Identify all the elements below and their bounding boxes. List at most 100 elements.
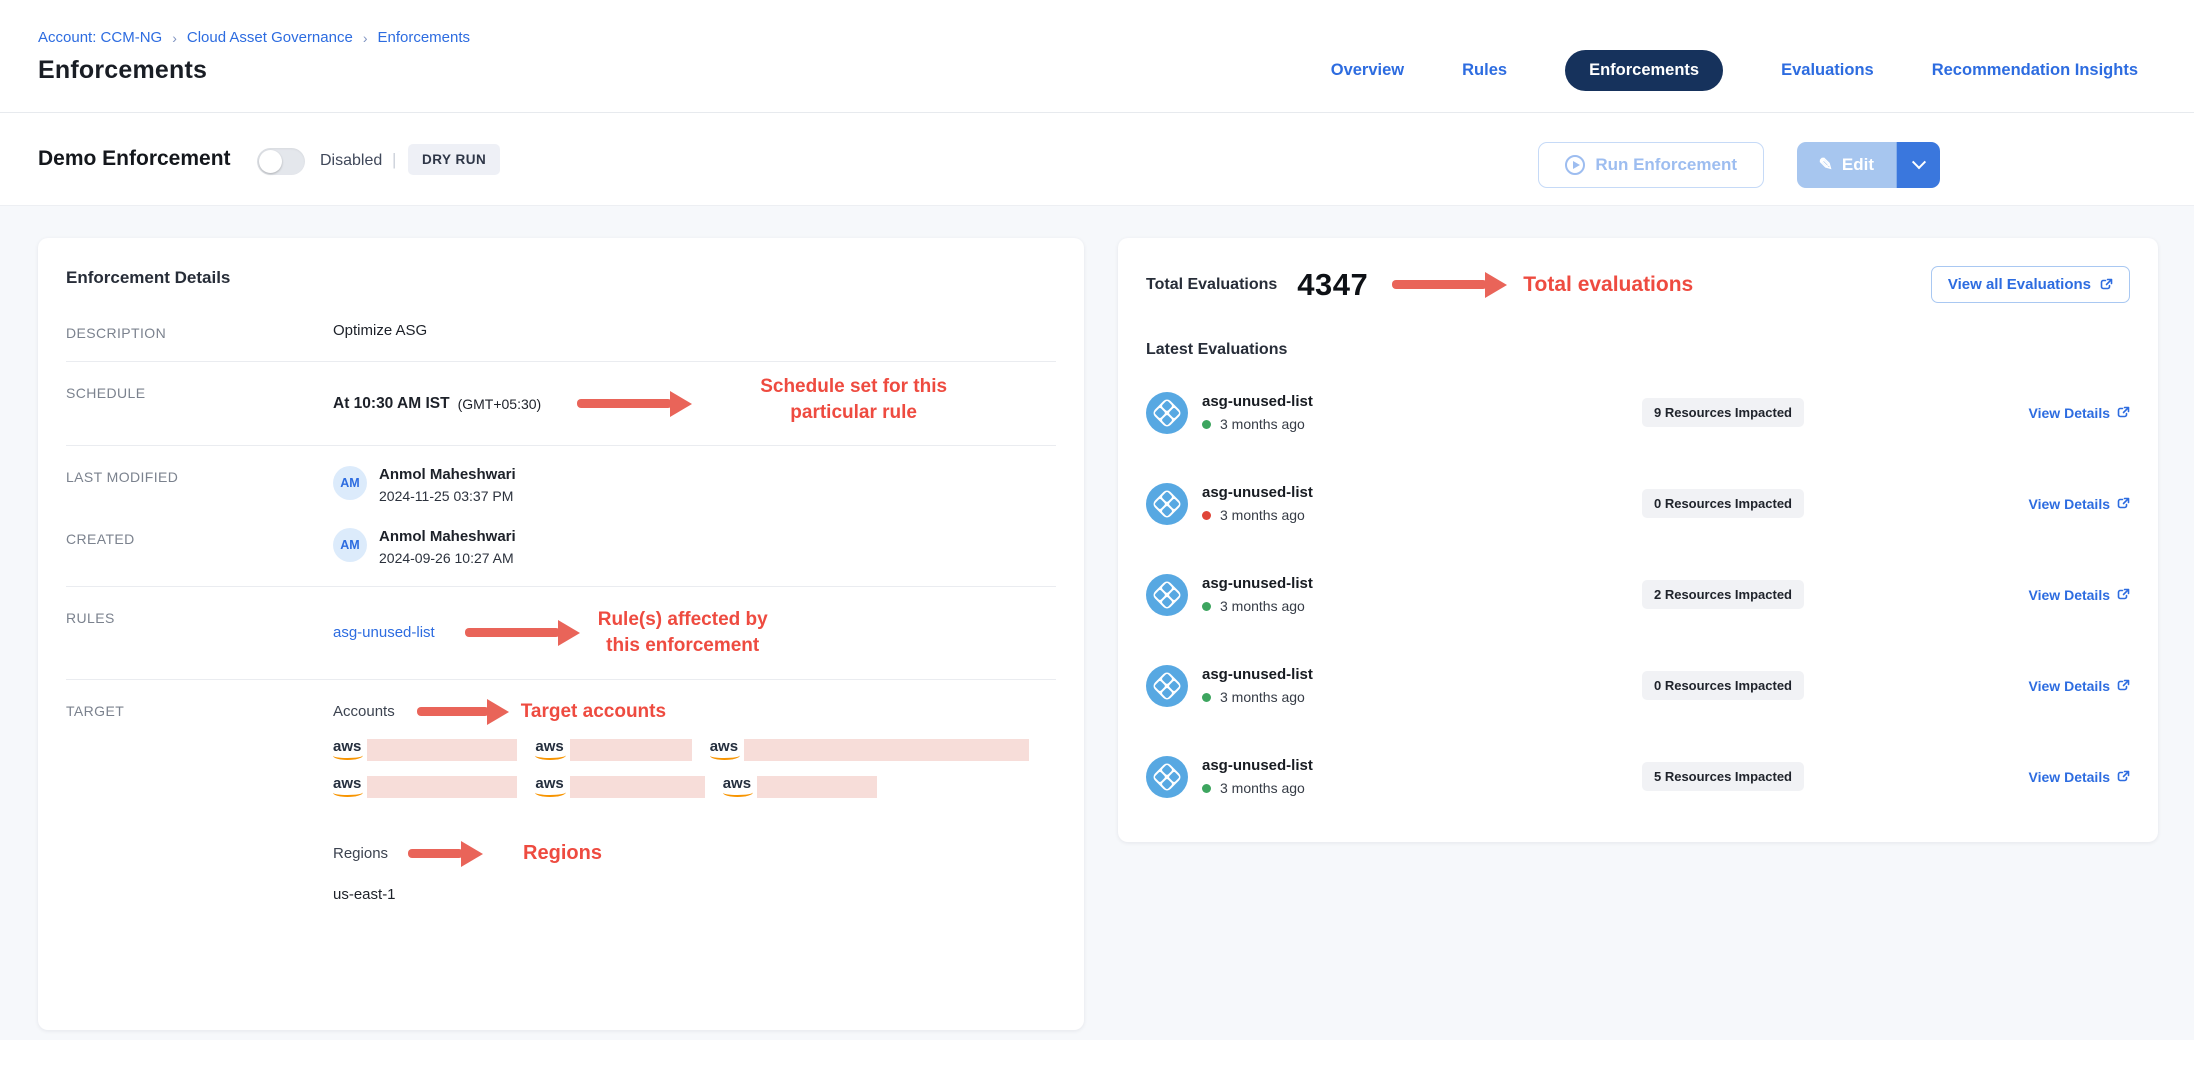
enforcement-detail-page: Account: CCM-NG › Cloud Asset Governance…	[0, 0, 2194, 1082]
avatar: AM	[333, 528, 367, 562]
last-modified-user: Anmol Maheshwari	[379, 466, 516, 483]
regions-label: Regions	[333, 845, 388, 862]
view-details-link[interactable]: View Details	[2029, 405, 2130, 421]
breadcrumb-enforcements-link[interactable]: Enforcements	[377, 29, 470, 46]
accounts-annotation: Target accounts	[521, 701, 666, 723]
regions-annotation: Regions	[523, 842, 602, 865]
schedule-annotation: Schedule set for this particular rule	[760, 374, 947, 425]
divider: |	[392, 150, 396, 170]
tab-overview[interactable]: Overview	[1331, 61, 1404, 80]
edit-button[interactable]: ✎ Edit	[1797, 142, 1896, 188]
status-dot	[1202, 602, 1211, 611]
breadcrumb: Account: CCM-NG › Cloud Asset Governance…	[38, 29, 470, 46]
aws-account-item: aws	[333, 776, 517, 798]
asg-rule-icon	[1146, 756, 1188, 798]
created-label: CREATED	[66, 528, 333, 547]
status-dot	[1202, 784, 1211, 793]
toggle-state-label: Disabled	[320, 152, 382, 170]
schedule-label: SCHEDULE	[66, 382, 333, 401]
created-date: 2024-09-26 10:27 AM	[379, 550, 516, 566]
view-details-link[interactable]: View Details	[2029, 769, 2130, 785]
aws-account-item: aws	[535, 739, 691, 761]
resources-impacted-badge: 0 Resources Impacted	[1642, 671, 1804, 700]
breadcrumb-governance-link[interactable]: Cloud Asset Governance	[187, 29, 353, 46]
asg-rule-icon	[1146, 483, 1188, 525]
evaluation-row: asg-unused-list 3 months ago 0 Resources…	[1146, 458, 2130, 549]
rule-link[interactable]: asg-unused-list	[333, 624, 435, 641]
view-all-evaluations-button[interactable]: View all Evaluations	[1931, 266, 2130, 303]
play-icon	[1565, 155, 1585, 175]
enable-toggle[interactable]	[257, 148, 305, 175]
evaluation-row: asg-unused-list 3 months ago 9 Resources…	[1146, 367, 2130, 458]
aws-logo-icon: aws	[710, 739, 738, 760]
target-accounts-row: aws aws aws	[333, 739, 1056, 761]
schedule-timezone: (GMT+05:30)	[458, 396, 542, 412]
asg-rule-icon	[1146, 574, 1188, 616]
run-enforcement-label: Run Enforcement	[1595, 155, 1737, 175]
description-row: DESCRIPTION Optimize ASG	[66, 302, 1056, 361]
target-label: TARGET	[66, 700, 333, 719]
details-card-title: Enforcement Details	[66, 268, 1056, 288]
last-modified-date: 2024-11-25 03:37 PM	[379, 488, 516, 504]
dry-run-badge: DRY RUN	[408, 144, 500, 175]
enforcement-name: Demo Enforcement	[38, 147, 231, 171]
edit-dropdown-button[interactable]	[1896, 142, 1940, 188]
evaluations-card: Total Evaluations 4347 Total evaluations…	[1118, 238, 2158, 842]
external-link-icon	[2117, 588, 2130, 601]
accounts-label: Accounts	[333, 703, 395, 720]
pencil-icon: ✎	[1819, 155, 1833, 175]
enforcement-toolbar: Demo Enforcement Disabled | DRY RUN Dry …	[0, 114, 2194, 206]
tab-rules[interactable]: Rules	[1462, 61, 1507, 80]
tab-enforcements[interactable]: Enforcements	[1565, 50, 1723, 91]
aws-account-item: aws	[535, 776, 704, 798]
total-evaluations-label: Total Evaluations	[1146, 276, 1277, 294]
status-dot	[1202, 420, 1211, 429]
aws-account-item: aws	[333, 739, 517, 761]
annotation-arrow	[577, 392, 692, 416]
run-enforcement-button[interactable]: Run Enforcement	[1538, 142, 1764, 188]
evaluation-time: 3 months ago	[1220, 416, 1305, 432]
view-details-link[interactable]: View Details	[2029, 678, 2130, 694]
view-details-link[interactable]: View Details	[2029, 496, 2130, 512]
annotation-arrow	[408, 842, 483, 866]
rules-annotation: Rule(s) affected by this enforcement	[598, 607, 768, 658]
aws-logo-icon: aws	[333, 776, 361, 797]
description-value: Optimize ASG	[333, 322, 1056, 339]
external-link-icon	[2100, 278, 2113, 291]
edit-split-button[interactable]: ✎ Edit	[1797, 142, 1940, 188]
aws-logo-icon: aws	[535, 776, 563, 797]
annotation-arrow	[465, 621, 580, 645]
evaluation-time: 3 months ago	[1220, 507, 1305, 523]
edit-label: Edit	[1842, 155, 1874, 175]
external-link-icon	[2117, 406, 2130, 419]
total-evaluations-annotation: Total evaluations	[1523, 273, 1693, 297]
region-value: us-east-1	[333, 886, 1056, 903]
annotation-arrow	[417, 700, 509, 724]
view-all-label: View all Evaluations	[1948, 276, 2091, 293]
aws-account-item: aws	[710, 739, 1029, 761]
view-details-link[interactable]: View Details	[2029, 587, 2130, 603]
aws-account-item: aws	[723, 776, 877, 798]
evaluation-rule-name: asg-unused-list	[1202, 757, 1313, 774]
last-modified-row: LAST MODIFIED AM Anmol Maheshwari 2024-1…	[66, 445, 1056, 516]
schedule-row: SCHEDULE At 10:30 AM IST (GMT+05:30) Sch…	[66, 361, 1056, 445]
page-title: Enforcements	[38, 56, 207, 85]
resources-impacted-badge: 9 Resources Impacted	[1642, 398, 1804, 427]
tab-evaluations[interactable]: Evaluations	[1781, 61, 1874, 80]
breadcrumb-account-link[interactable]: Account: CCM-NG	[38, 29, 162, 46]
external-link-icon	[2117, 679, 2130, 692]
breadcrumb-separator: ›	[172, 30, 177, 46]
tab-recommendation-insights[interactable]: Recommendation Insights	[1932, 61, 2138, 80]
evaluation-rule-name: asg-unused-list	[1202, 575, 1313, 592]
latest-evaluations-label: Latest Evaluations	[1146, 341, 2130, 359]
redacted-account-id	[757, 776, 877, 798]
resources-impacted-badge: 2 Resources Impacted	[1642, 580, 1804, 609]
target-row: TARGET Accounts Target accounts aws aws …	[66, 679, 1056, 923]
rules-row: RULES asg-unused-list Rule(s) affected b…	[66, 586, 1056, 678]
toggle-knob	[259, 150, 282, 173]
redacted-account-id	[744, 739, 1029, 761]
evaluation-time: 3 months ago	[1220, 598, 1305, 614]
evaluation-row: asg-unused-list 3 months ago 0 Resources…	[1146, 640, 2130, 731]
target-accounts-row: aws aws aws	[333, 776, 1056, 798]
aws-logo-icon: aws	[535, 739, 563, 760]
